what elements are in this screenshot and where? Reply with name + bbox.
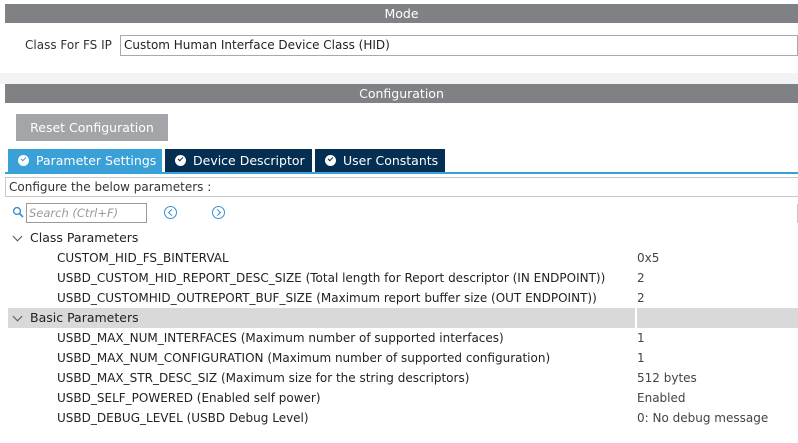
class-for-fs-ip-select[interactable]: Custom Human Interface Device Class (HID… <box>120 35 798 56</box>
param-value[interactable]: 1 <box>637 328 645 348</box>
param-value[interactable]: 2 <box>637 288 645 308</box>
tab-label: User Constants <box>343 153 439 168</box>
param-value[interactable]: 1 <box>637 348 645 368</box>
table-row[interactable]: CUSTOM_HID_FS_BINTERVAL 0x5 <box>0 248 798 268</box>
column-divider <box>635 308 637 328</box>
param-name: USBD_MAX_NUM_CONFIGURATION (Maximum numb… <box>57 351 551 365</box>
table-row[interactable]: USBD_MAX_NUM_INTERFACES (Maximum number … <box>0 328 798 348</box>
table-row[interactable]: USBD_SELF_POWERED (Enabled self power) E… <box>0 388 798 408</box>
param-name: USBD_CUSTOM_HID_REPORT_DESC_SIZE (Total … <box>57 271 606 285</box>
table-row[interactable]: USBD_MAX_STR_DESC_SIZ (Maximum size for … <box>0 368 798 388</box>
param-name: USBD_CUSTOMHID_OUTREPORT_BUF_SIZE (Maxim… <box>57 291 597 305</box>
param-value[interactable]: 512 bytes <box>637 368 697 388</box>
param-value[interactable]: Enabled <box>637 388 686 408</box>
instruction-text: Configure the below parameters : <box>5 177 798 197</box>
table-row[interactable]: USBD_CUSTOM_HID_REPORT_DESC_SIZE (Total … <box>0 268 798 288</box>
tab-label: Device Descriptor <box>193 153 305 168</box>
check-circle-icon <box>18 155 29 166</box>
chevron-down-icon <box>12 311 23 322</box>
table-row[interactable]: USBD_CUSTOMHID_OUTREPORT_BUF_SIZE (Maxim… <box>0 288 798 308</box>
search-input[interactable] <box>26 203 147 223</box>
group-label: Basic Parameters <box>30 310 139 325</box>
chevron-down-icon <box>12 231 23 242</box>
param-value[interactable]: 0: No debug message <box>637 408 768 428</box>
param-name: USBD_SELF_POWERED (Enabled self power) <box>57 391 321 405</box>
check-circle-icon <box>175 155 186 166</box>
tab-parameter-settings[interactable]: Parameter Settings <box>8 149 162 172</box>
section-divider <box>0 73 798 84</box>
group-label: Class Parameters <box>30 230 139 245</box>
previous-match-button[interactable] <box>164 206 177 219</box>
param-name: USBD_MAX_STR_DESC_SIZ (Maximum size for … <box>57 371 470 385</box>
configuration-header: Configuration <box>5 84 798 103</box>
mode-header: Mode <box>5 4 798 23</box>
check-circle-icon <box>325 155 336 166</box>
param-name: USBD_MAX_NUM_INTERFACES (Maximum number … <box>57 331 504 345</box>
group-class-parameters[interactable]: Class Parameters <box>8 228 798 248</box>
group-basic-parameters[interactable]: Basic Parameters <box>8 308 798 328</box>
table-row[interactable]: USBD_DEBUG_LEVEL (USBD Debug Level) 0: N… <box>0 408 798 428</box>
param-name: CUSTOM_HID_FS_BINTERVAL <box>57 251 229 265</box>
tab-user-constants[interactable]: User Constants <box>315 149 445 172</box>
tab-underline <box>5 172 798 174</box>
param-name: USBD_DEBUG_LEVEL (USBD Debug Level) <box>57 411 309 425</box>
table-row[interactable]: USBD_MAX_NUM_CONFIGURATION (Maximum numb… <box>0 348 798 368</box>
param-value[interactable]: 0x5 <box>637 248 659 268</box>
class-for-fs-ip-label: Class For FS IP <box>25 38 112 52</box>
next-match-button[interactable] <box>212 206 225 219</box>
tab-device-descriptor[interactable]: Device Descriptor <box>165 149 312 172</box>
tab-label: Parameter Settings <box>36 153 157 168</box>
search-icon <box>12 206 24 218</box>
reset-configuration-button[interactable]: Reset Configuration <box>16 114 168 141</box>
param-value[interactable]: 2 <box>637 268 645 288</box>
